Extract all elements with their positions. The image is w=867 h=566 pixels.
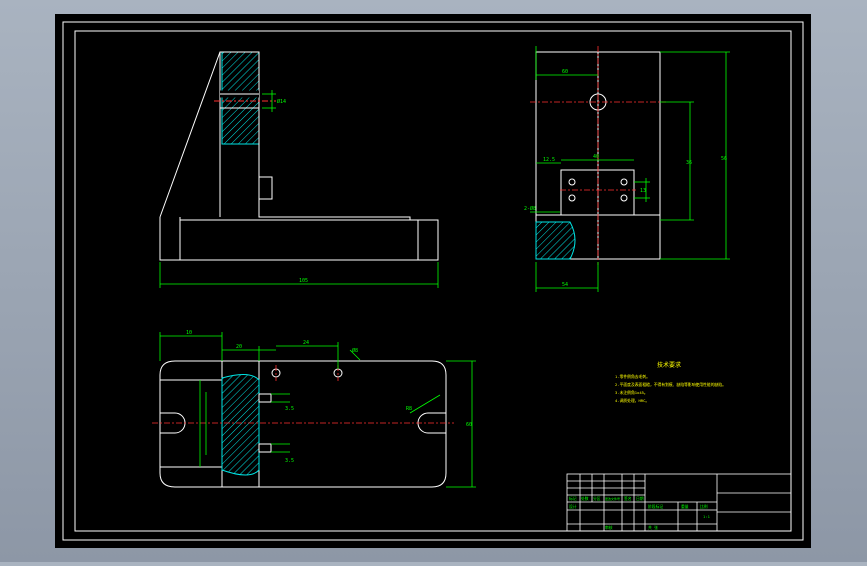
drawing-sheet <box>55 14 811 548</box>
engineering-drawing: 105 Ø14 60 36 56 40 12.5 13 54 2-Ø8 10 2… <box>55 14 811 548</box>
tb-label-approve: 审核 <box>605 525 613 530</box>
tb-label-change: 更改文件号 <box>605 496 620 501</box>
top-dim-b: 20 <box>236 344 242 350</box>
top-dim-c: 24 <box>303 340 309 346</box>
top-hatch-section <box>221 374 260 476</box>
top-radius-dim: R8 <box>406 406 412 412</box>
tb-label-sheet: 共 张 <box>648 525 658 530</box>
tb-label-count: 处数 <box>581 496 589 501</box>
tb-label-weight: 重量 <box>681 504 689 509</box>
side-slot-offset-dim: 12.5 <box>543 157 555 163</box>
tech-requirement-line: 4.调质处理，HRC。 <box>615 398 649 403</box>
tb-label-mark: 标记 <box>569 496 577 501</box>
side-left-dim: 2-Ø8 <box>524 205 536 212</box>
tech-requirements-title: 技术要求 <box>657 361 681 369</box>
tech-requirement-line: 1.零件倒角去毛刺。 <box>615 374 650 379</box>
side-top-dim: 60 <box>562 69 568 75</box>
top-height-dim: 60 <box>466 422 472 428</box>
tb-label-design: 设计 <box>569 504 577 509</box>
side-hatch-section <box>535 221 576 260</box>
top-slot-dim-1: 3.5 <box>285 406 294 412</box>
side-hole-dim: 13 <box>640 188 646 194</box>
tb-label-sign: 签名 <box>624 496 632 501</box>
tech-requirement-line: 2.平面度及表面粗糙，不得有划痕、缺陷等影响使用性能的缺陷。 <box>615 382 726 387</box>
side-slot-width-dim: 40 <box>593 154 599 160</box>
top-slot-dim-2: 3.5 <box>285 458 294 464</box>
tb-label-scale: 比例 <box>700 504 708 509</box>
front-hatch-section <box>221 51 260 145</box>
tb-scale-value: 1:1 <box>703 514 711 519</box>
front-bore-dim: Ø14 <box>277 98 286 105</box>
tb-label-date: 日期 <box>636 496 644 501</box>
side-bottom-dim: 54 <box>562 282 568 288</box>
tb-label-zone: 分区 <box>593 496 601 501</box>
side-depth-dim: 36 <box>686 160 692 166</box>
side-height-dim: 56 <box>721 156 727 162</box>
tech-requirement-line: 3.未注倒角1x45。 <box>615 390 648 395</box>
front-width-dim: 105 <box>299 278 308 284</box>
top-dim-a: 10 <box>186 330 192 336</box>
cad-viewport: 105 Ø14 60 36 56 40 12.5 13 54 2-Ø8 10 2… <box>0 0 867 562</box>
tb-label-stage: 阶段标记 <box>648 504 663 509</box>
top-dim-d: Ø8 <box>352 347 358 354</box>
